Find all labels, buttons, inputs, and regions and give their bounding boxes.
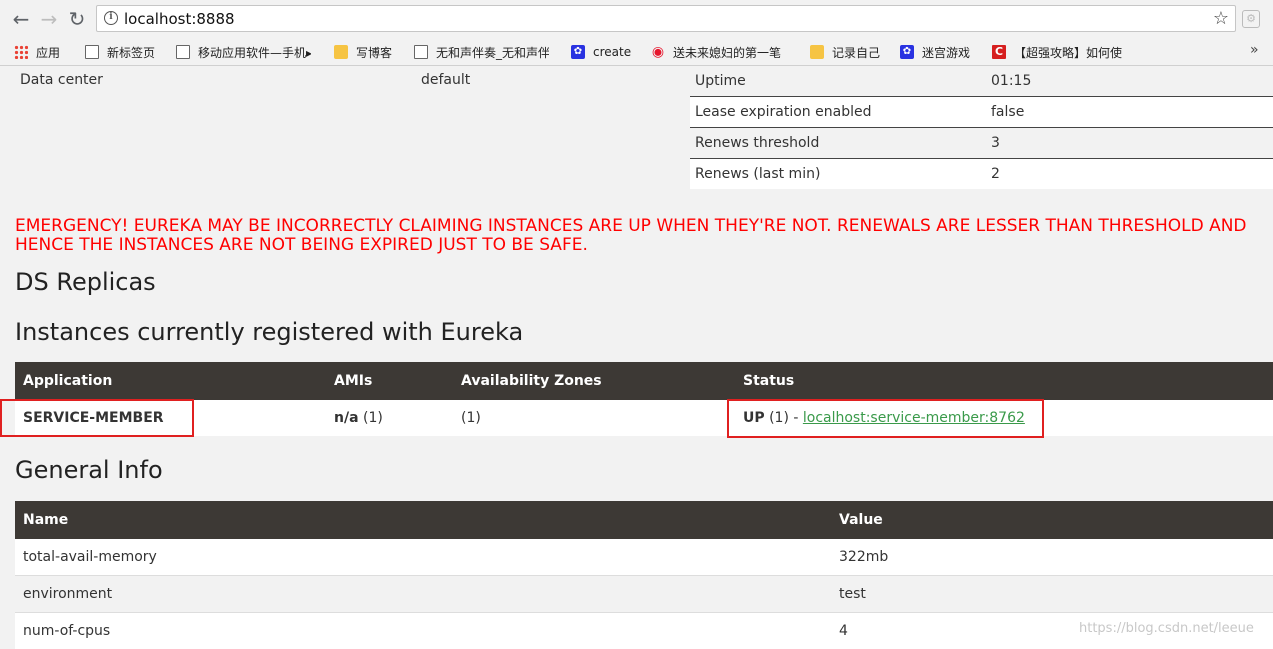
table-row: environment test bbox=[15, 576, 1273, 613]
bookmark-label: 迷宫游戏 bbox=[922, 44, 970, 61]
column-header: Availability Zones bbox=[453, 362, 735, 400]
table-row: SERVICE-MEMBER n/a (1) (1) UP (1) - loca… bbox=[15, 400, 1273, 436]
folder-icon bbox=[334, 45, 348, 59]
bookmark-weibo[interactable]: ◉ 送未来媳妇的第一笔 bbox=[651, 43, 789, 61]
system-status-table: Uptime 01:15 Lease expiration enabled fa… bbox=[690, 66, 1273, 189]
info-value: test bbox=[831, 576, 1273, 613]
table-row: Renews threshold 3 bbox=[690, 128, 1273, 159]
forward-arrow-icon[interactable]: → bbox=[37, 7, 61, 31]
status-name: Lease expiration enabled bbox=[690, 97, 986, 128]
page-icon bbox=[85, 45, 99, 59]
status-value: 3 bbox=[986, 128, 1273, 159]
bookmark-record-self[interactable]: 记录自己 bbox=[810, 43, 880, 61]
info-name: environment bbox=[15, 576, 831, 613]
emergency-line-1: EMERGENCY! EUREKA MAY BE INCORRECTLY CLA… bbox=[15, 217, 1273, 236]
amis-value: n/a bbox=[334, 410, 359, 426]
amis-cell: n/a (1) bbox=[326, 400, 453, 436]
status-value: 2 bbox=[986, 159, 1273, 190]
bookmark-create[interactable]: ✿ create bbox=[571, 43, 631, 61]
bookmark-label: 移动应用软件—手机▸ bbox=[198, 44, 311, 61]
reload-icon[interactable]: ↻ bbox=[65, 7, 89, 31]
weibo-icon: ◉ bbox=[651, 45, 665, 59]
status-value: false bbox=[986, 97, 1273, 128]
eureka-page: Data center default Uptime 01:15 Lease e… bbox=[0, 66, 1273, 648]
column-header: Name bbox=[15, 501, 831, 539]
table-header-row: Name Value bbox=[15, 501, 1273, 539]
column-header: Value bbox=[831, 501, 1273, 539]
bookmark-label: 无和声伴奏_无和声伴 bbox=[436, 44, 549, 61]
folder-icon bbox=[810, 45, 824, 59]
status-name: Uptime bbox=[690, 66, 986, 97]
emergency-line-2: HENCE THE INSTANCES ARE NOT BEING EXPIRE… bbox=[15, 236, 1273, 255]
page-icon bbox=[414, 45, 428, 59]
bookmark-strategy[interactable]: C 【超强攻略】如何使 bbox=[992, 43, 1132, 61]
info-value: 322mb bbox=[831, 539, 1273, 576]
zones-cell: (1) bbox=[453, 400, 735, 436]
info-name: total-avail-memory bbox=[15, 539, 831, 576]
table-row: Uptime 01:15 bbox=[690, 66, 1273, 97]
column-header: Status bbox=[735, 362, 1273, 400]
bookmark-maze-game[interactable]: ✿ 迷宫游戏 bbox=[900, 43, 970, 61]
bookmark-new-tab[interactable]: 新标签页 bbox=[85, 43, 155, 61]
table-header-row: Application AMIs Availability Zones Stat… bbox=[15, 362, 1273, 400]
bookmark-label: 【超强攻略】如何使 bbox=[1014, 44, 1122, 61]
amis-count: (1) bbox=[359, 410, 383, 426]
highlight-box-status bbox=[727, 399, 1044, 438]
bookmark-accompaniment[interactable]: 无和声伴奏_无和声伴 bbox=[414, 43, 549, 61]
paw-icon: ✿ bbox=[900, 45, 914, 59]
bookmark-label: create bbox=[593, 45, 631, 59]
info-icon[interactable]: i bbox=[104, 11, 118, 25]
extension-icon[interactable]: ⚙ bbox=[1242, 10, 1260, 28]
emergency-warning: EMERGENCY! EUREKA MAY BE INCORRECTLY CLA… bbox=[15, 217, 1273, 255]
watermark: https://blog.csdn.net/leeue bbox=[1079, 621, 1254, 636]
column-header: Application bbox=[15, 362, 326, 400]
status-name: Renews threshold bbox=[690, 128, 986, 159]
data-center-label: Data center bbox=[20, 72, 103, 88]
highlight-box-application bbox=[0, 399, 194, 437]
status-value: 01:15 bbox=[986, 66, 1273, 97]
general-info-heading: General Info bbox=[15, 456, 163, 484]
more-bookmarks-icon[interactable]: » bbox=[1250, 42, 1259, 58]
page-icon bbox=[176, 45, 190, 59]
bookmark-label: 新标签页 bbox=[107, 44, 155, 61]
data-center-value: default bbox=[421, 72, 470, 88]
instances-table: Application AMIs Availability Zones Stat… bbox=[15, 362, 1273, 436]
bookmark-label: 送未来媳妇的第一笔 bbox=[673, 44, 781, 61]
ds-replicas-heading: DS Replicas bbox=[15, 268, 156, 296]
bookmark-star-icon[interactable]: ☆ bbox=[1213, 8, 1229, 29]
url-text[interactable]: localhost:8888 bbox=[124, 10, 235, 28]
bookmark-write-blog[interactable]: 写博客 bbox=[334, 43, 392, 61]
address-bar[interactable]: i localhost:8888 ☆ bbox=[96, 5, 1236, 32]
instances-heading: Instances currently registered with Eure… bbox=[15, 318, 523, 346]
bookmark-label: 应用 bbox=[36, 44, 60, 61]
table-row: Renews (last min) 2 bbox=[690, 159, 1273, 190]
paw-icon: ✿ bbox=[571, 45, 585, 59]
bookmark-label: 记录自己 bbox=[832, 44, 880, 61]
back-arrow-icon[interactable]: ← bbox=[9, 7, 33, 31]
status-name: Renews (last min) bbox=[690, 159, 986, 190]
bookmark-label: 写博客 bbox=[356, 44, 392, 61]
table-row: Lease expiration enabled false bbox=[690, 97, 1273, 128]
table-row: total-avail-memory 322mb bbox=[15, 539, 1273, 576]
info-name: num-of-cpus bbox=[15, 613, 831, 649]
bookmarks-bar: 应用 新标签页 移动应用软件—手机▸ 写博客 无和声伴奏_无和声伴 ✿ crea… bbox=[0, 38, 1273, 66]
bookmark-mobile-apps[interactable]: 移动应用软件—手机▸ bbox=[176, 43, 311, 61]
browser-navbar: ← → ↻ i localhost:8888 ☆ ⚙ bbox=[0, 0, 1273, 38]
column-header: AMIs bbox=[326, 362, 453, 400]
bookmark-apps[interactable]: 应用 bbox=[14, 43, 60, 61]
apps-icon bbox=[14, 45, 28, 59]
c-icon: C bbox=[992, 45, 1006, 59]
